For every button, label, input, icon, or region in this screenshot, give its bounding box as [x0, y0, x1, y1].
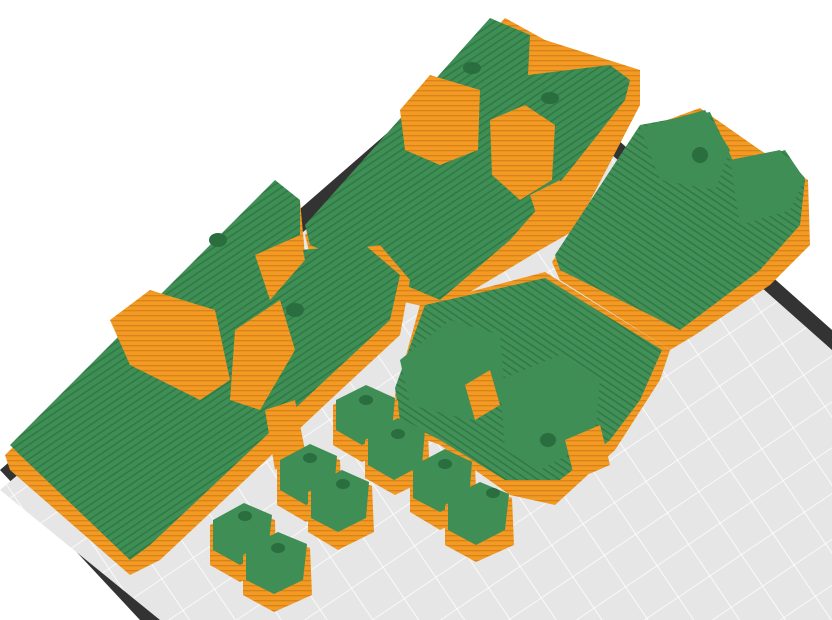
- build-plate-scene[interactable]: [0, 0, 832, 620]
- 3d-print-preview-viewport[interactable]: [0, 0, 832, 620]
